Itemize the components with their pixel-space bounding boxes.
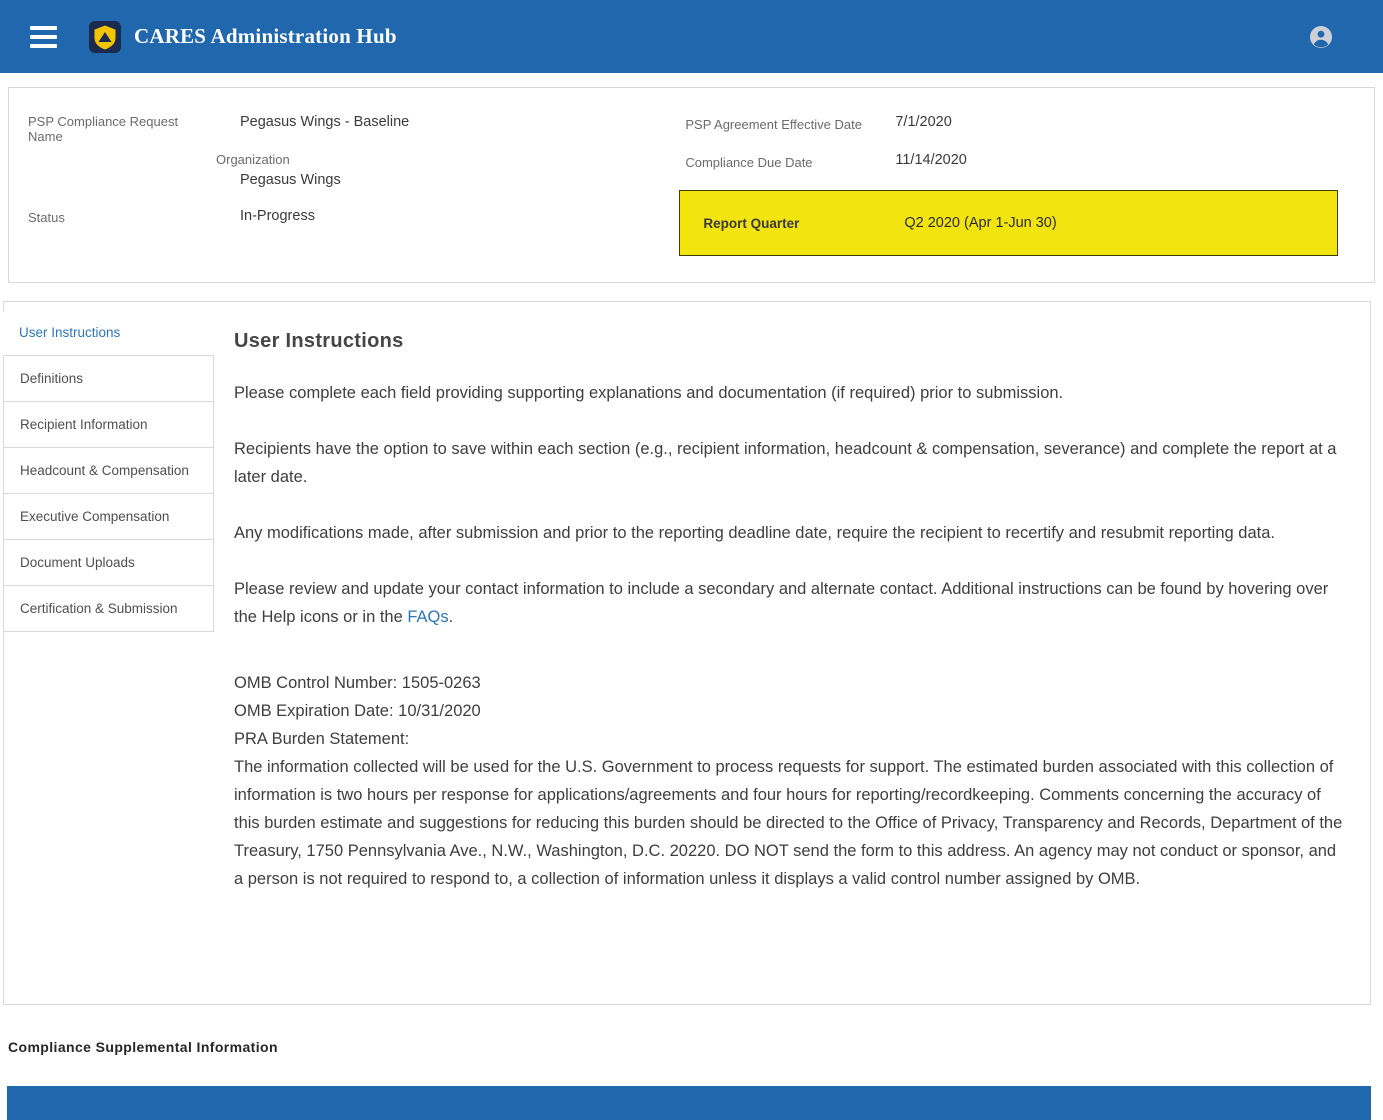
effective-date-field: PSP Agreement Effective Date 7/1/2020 xyxy=(685,114,1356,132)
status-value: In-Progress xyxy=(240,208,315,224)
request-name-label: PSP Compliance Request Name xyxy=(28,114,188,144)
organization-value: Pegasus Wings xyxy=(240,172,685,188)
summary-right-column: PSP Agreement Effective Date 7/1/2020 Co… xyxy=(685,114,1356,256)
sidebar-item-document-uploads[interactable]: Document Uploads xyxy=(3,539,214,586)
page-title: User Instructions xyxy=(234,330,1346,353)
user-instructions-panel: User Instructions Please complete each f… xyxy=(214,302,1370,951)
top-navbar: CARES Administration Hub xyxy=(0,0,1383,73)
instructions-paragraph-4-end: . xyxy=(449,608,454,626)
summary-left-column: PSP Compliance Request Name Pegasus Wing… xyxy=(28,114,685,256)
section-nav: User Instructions Definitions Recipient … xyxy=(3,302,214,632)
due-date-value: 11/14/2020 xyxy=(895,152,967,168)
report-quarter-value: Q2 2020 (Apr 1-Jun 30) xyxy=(904,215,1056,231)
omb-control-number: OMB Control Number: 1505-0263 xyxy=(234,669,1346,697)
request-name-value: Pegasus Wings - Baseline xyxy=(240,114,409,130)
instructions-paragraph-4: Please review and update your contact in… xyxy=(234,575,1346,631)
effective-date-label: PSP Agreement Effective Date xyxy=(685,114,895,132)
status-field: Status In-Progress xyxy=(28,208,685,225)
sidebar-item-definitions[interactable]: Definitions xyxy=(3,355,214,402)
instructions-paragraph-1: Please complete each field providing sup… xyxy=(234,379,1346,407)
effective-date-value: 7/1/2020 xyxy=(895,114,951,130)
instructions-paragraph-4-text: Please review and update your contact in… xyxy=(234,580,1328,626)
next-section-header-bar xyxy=(7,1086,1371,1120)
report-quarter-label: Report Quarter xyxy=(703,216,904,231)
sidebar-item-user-instructions[interactable]: User Instructions xyxy=(3,311,214,356)
app-title: CARES Administration Hub xyxy=(134,24,397,49)
pra-burden-statement-label: PRA Burden Statement: xyxy=(234,725,1346,753)
sidebar-item-headcount-compensation[interactable]: Headcount & Compensation xyxy=(3,447,214,494)
report-sections-card: User Instructions Definitions Recipient … xyxy=(3,301,1371,1005)
compliance-supplemental-information-title: Compliance Supplemental Information xyxy=(8,1039,1383,1055)
sidebar-item-executive-compensation[interactable]: Executive Compensation xyxy=(3,493,214,540)
report-quarter-highlight: Report Quarter Q2 2020 (Apr 1-Jun 30) xyxy=(679,190,1338,256)
hamburger-menu-icon[interactable] xyxy=(30,26,57,48)
organization-field: Organization Pegasus Wings xyxy=(28,152,685,188)
omb-expiration-date: OMB Expiration Date: 10/31/2020 xyxy=(234,697,1346,725)
pra-burden-statement-text: The information collected will be used f… xyxy=(234,753,1346,893)
instructions-paragraph-3: Any modifications made, after submission… xyxy=(234,519,1346,547)
omb-statement-block: OMB Control Number: 1505-0263 OMB Expira… xyxy=(234,669,1346,893)
compliance-summary-card: PSP Compliance Request Name Pegasus Wing… xyxy=(8,87,1375,283)
due-date-label: Compliance Due Date xyxy=(685,152,895,170)
user-avatar-button[interactable] xyxy=(1309,25,1333,49)
cares-shield-logo-icon xyxy=(89,21,121,53)
faqs-link[interactable]: FAQs xyxy=(407,608,448,626)
request-name-field: PSP Compliance Request Name Pegasus Wing… xyxy=(28,114,685,144)
status-label: Status xyxy=(28,208,188,225)
sidebar-item-certification-submission[interactable]: Certification & Submission xyxy=(3,585,214,632)
organization-label: Organization xyxy=(216,152,685,167)
brand: CARES Administration Hub xyxy=(89,21,397,53)
sidebar-item-recipient-information[interactable]: Recipient Information xyxy=(3,401,214,448)
account-circle-icon xyxy=(1309,25,1333,49)
instructions-paragraph-2: Recipients have the option to save withi… xyxy=(234,435,1346,491)
due-date-field: Compliance Due Date 11/14/2020 xyxy=(685,152,1356,170)
